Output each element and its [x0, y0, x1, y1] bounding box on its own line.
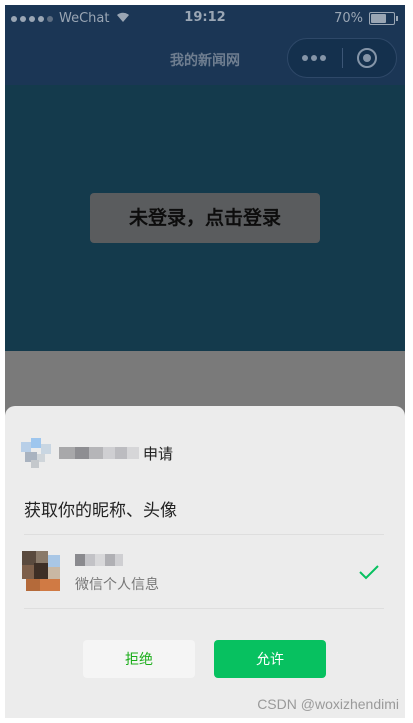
navigation-bar: 我的新闻网 — [5, 33, 405, 85]
more-icon[interactable] — [302, 55, 326, 61]
reject-button[interactable]: 拒绝 — [83, 640, 195, 678]
battery-status: 70% — [334, 11, 398, 26]
user-info-description: 微信个人信息 — [75, 577, 159, 593]
capsule-divider — [342, 48, 343, 68]
watermark: CSDN @woxizhendimi — [257, 696, 399, 712]
user-nickname-blurred — [75, 553, 125, 567]
request-header: 申请 — [21, 438, 173, 468]
page-content: 未登录，点击登录 — [5, 85, 405, 351]
allow-button[interactable]: 允许 — [214, 640, 326, 678]
divider — [24, 608, 384, 609]
check-icon — [358, 561, 380, 583]
user-avatar — [22, 551, 62, 591]
battery-fill — [371, 14, 386, 23]
phone-screen: WeChat 19:12 70% 我的新闻网 未登录，点击登录 申请 获取你的昵… — [5, 5, 405, 718]
user-info-option[interactable]: 微信个人信息 — [22, 551, 392, 595]
request-label: 申请 — [143, 444, 174, 463]
battery-percent: 70% — [334, 11, 363, 26]
battery-tip — [396, 16, 398, 21]
divider — [24, 534, 384, 535]
battery-icon — [369, 12, 398, 25]
login-button[interactable]: 未登录，点击登录 — [90, 193, 320, 243]
app-avatar — [21, 438, 53, 468]
scope-description: 获取你的昵称、头像 — [24, 501, 177, 521]
authorization-sheet: 申请 获取你的昵称、头像 微信个人信息 拒绝 允许 — [5, 406, 405, 718]
menu-capsule — [287, 38, 397, 78]
close-target-icon[interactable] — [357, 48, 377, 68]
status-bar: WeChat 19:12 70% — [5, 5, 405, 33]
app-name-blurred — [59, 446, 139, 460]
